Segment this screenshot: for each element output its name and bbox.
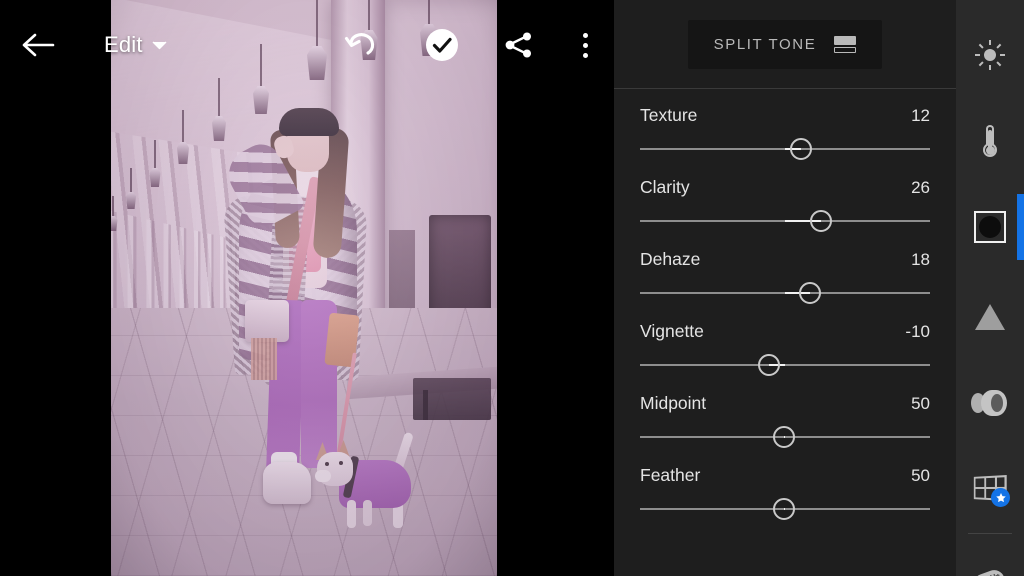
slider-row: Midpoint 50 bbox=[640, 393, 930, 448]
slider-track[interactable] bbox=[640, 282, 930, 304]
rail-item-optics[interactable] bbox=[956, 364, 1024, 442]
split-tone-button[interactable]: SPLIT TONE bbox=[687, 19, 883, 69]
slider-row: Feather 50 bbox=[640, 465, 930, 520]
slider-value: 26 bbox=[911, 178, 930, 197]
rail-item-effects[interactable] bbox=[956, 188, 1024, 266]
slider-label: Feather bbox=[640, 465, 701, 485]
slider-value: 50 bbox=[911, 394, 930, 413]
slider-header: Feather 50 bbox=[640, 465, 930, 486]
slider-handle[interactable] bbox=[810, 210, 833, 232]
effects-panel: SPLIT TONE Texture 12 Clarity 26 Dehaze 18 Vig… bbox=[614, 0, 956, 576]
share-button[interactable] bbox=[498, 24, 540, 66]
slider-value: 50 bbox=[911, 466, 930, 485]
slider-value: 12 bbox=[911, 106, 930, 125]
active-tool-indicator bbox=[1017, 194, 1024, 260]
dog-leg-mid bbox=[363, 500, 372, 526]
detail-triangle-icon bbox=[975, 304, 1005, 330]
slider-header: Vignette -10 bbox=[640, 321, 930, 342]
dog-eye-right bbox=[339, 461, 343, 465]
slider-handle[interactable] bbox=[758, 354, 781, 376]
lightroom-edit-screen: Edit SPLIT TONE Texture 12 Clarity 26 De… bbox=[0, 0, 1024, 576]
slider-label: Texture bbox=[640, 105, 698, 125]
slider-track[interactable] bbox=[640, 426, 930, 448]
dog-snout bbox=[315, 470, 331, 482]
checkmark-icon bbox=[426, 29, 458, 61]
rail-item-healing[interactable] bbox=[956, 544, 1024, 576]
dog-leg-front bbox=[347, 500, 356, 528]
sneaker bbox=[263, 462, 311, 504]
undo-button[interactable] bbox=[340, 24, 384, 66]
rail-divider bbox=[968, 533, 1012, 534]
slider-header: Texture 12 bbox=[640, 105, 930, 126]
slider-header: Dehaze 18 bbox=[640, 249, 930, 270]
slider-value: -10 bbox=[905, 322, 930, 341]
undo-icon bbox=[344, 33, 375, 55]
slider-label: Clarity bbox=[640, 177, 690, 197]
edit-mode-selector[interactable]: Edit bbox=[104, 28, 167, 62]
more-options-button[interactable] bbox=[566, 22, 604, 68]
slider-label: Vignette bbox=[640, 321, 704, 341]
rail-item-color[interactable] bbox=[956, 102, 1024, 180]
slider-handle[interactable] bbox=[798, 282, 821, 304]
share-icon bbox=[505, 32, 531, 58]
slider-value: 18 bbox=[911, 250, 930, 269]
cafe-table bbox=[413, 378, 491, 420]
vertical-dots-icon bbox=[582, 32, 588, 58]
rail-item-light[interactable] bbox=[956, 16, 1024, 94]
slider-track[interactable] bbox=[640, 210, 930, 232]
tool-rail bbox=[956, 0, 1024, 576]
color-thermometer-icon bbox=[981, 125, 999, 157]
top-toolbar: Edit bbox=[0, 0, 614, 88]
geometry-grid-icon bbox=[972, 474, 1010, 507]
back-button[interactable] bbox=[18, 24, 60, 66]
healing-brush-icon bbox=[970, 567, 1008, 576]
rail-item-detail[interactable] bbox=[956, 278, 1024, 356]
beret bbox=[279, 108, 339, 136]
slider-track[interactable] bbox=[640, 354, 930, 376]
slider-handle[interactable] bbox=[772, 426, 795, 448]
slider-track[interactable] bbox=[640, 498, 930, 520]
optics-lens-icon bbox=[971, 390, 1009, 416]
split-tone-label: SPLIT TONE bbox=[713, 35, 817, 53]
rail-item-geometry[interactable] bbox=[956, 450, 1024, 528]
page-title: Edit bbox=[104, 32, 143, 57]
slider-header: Midpoint 50 bbox=[640, 393, 930, 414]
slider-row: Dehaze 18 bbox=[640, 249, 930, 304]
split-tone-icon bbox=[834, 35, 857, 53]
dog-eye-left bbox=[325, 462, 329, 466]
photo-canvas[interactable]: Edit bbox=[0, 0, 614, 576]
slider-track[interactable] bbox=[640, 138, 930, 160]
slider-row: Texture 12 bbox=[640, 105, 930, 160]
panel-header: SPLIT TONE bbox=[614, 0, 956, 89]
back-arrow-icon bbox=[22, 33, 55, 57]
bag-fringe bbox=[251, 338, 277, 380]
slider-label: Midpoint bbox=[640, 393, 707, 413]
slider-handle[interactable] bbox=[772, 498, 795, 520]
accept-button[interactable] bbox=[420, 24, 464, 66]
chevron-down-icon bbox=[152, 41, 167, 50]
shoulder-bag bbox=[245, 300, 289, 342]
slider-label: Dehaze bbox=[640, 249, 701, 269]
slider-row: Clarity 26 bbox=[640, 177, 930, 232]
slider-list: Texture 12 Clarity 26 Dehaze 18 Vignette -10 Mid… bbox=[614, 89, 956, 520]
effects-icon bbox=[974, 211, 1006, 243]
slider-line bbox=[640, 364, 930, 366]
slider-row: Vignette -10 bbox=[640, 321, 930, 376]
premium-star-icon bbox=[991, 488, 1010, 507]
light-sun-icon bbox=[975, 40, 1005, 70]
slider-handle[interactable] bbox=[789, 138, 812, 160]
slider-header: Clarity 26 bbox=[640, 177, 930, 198]
